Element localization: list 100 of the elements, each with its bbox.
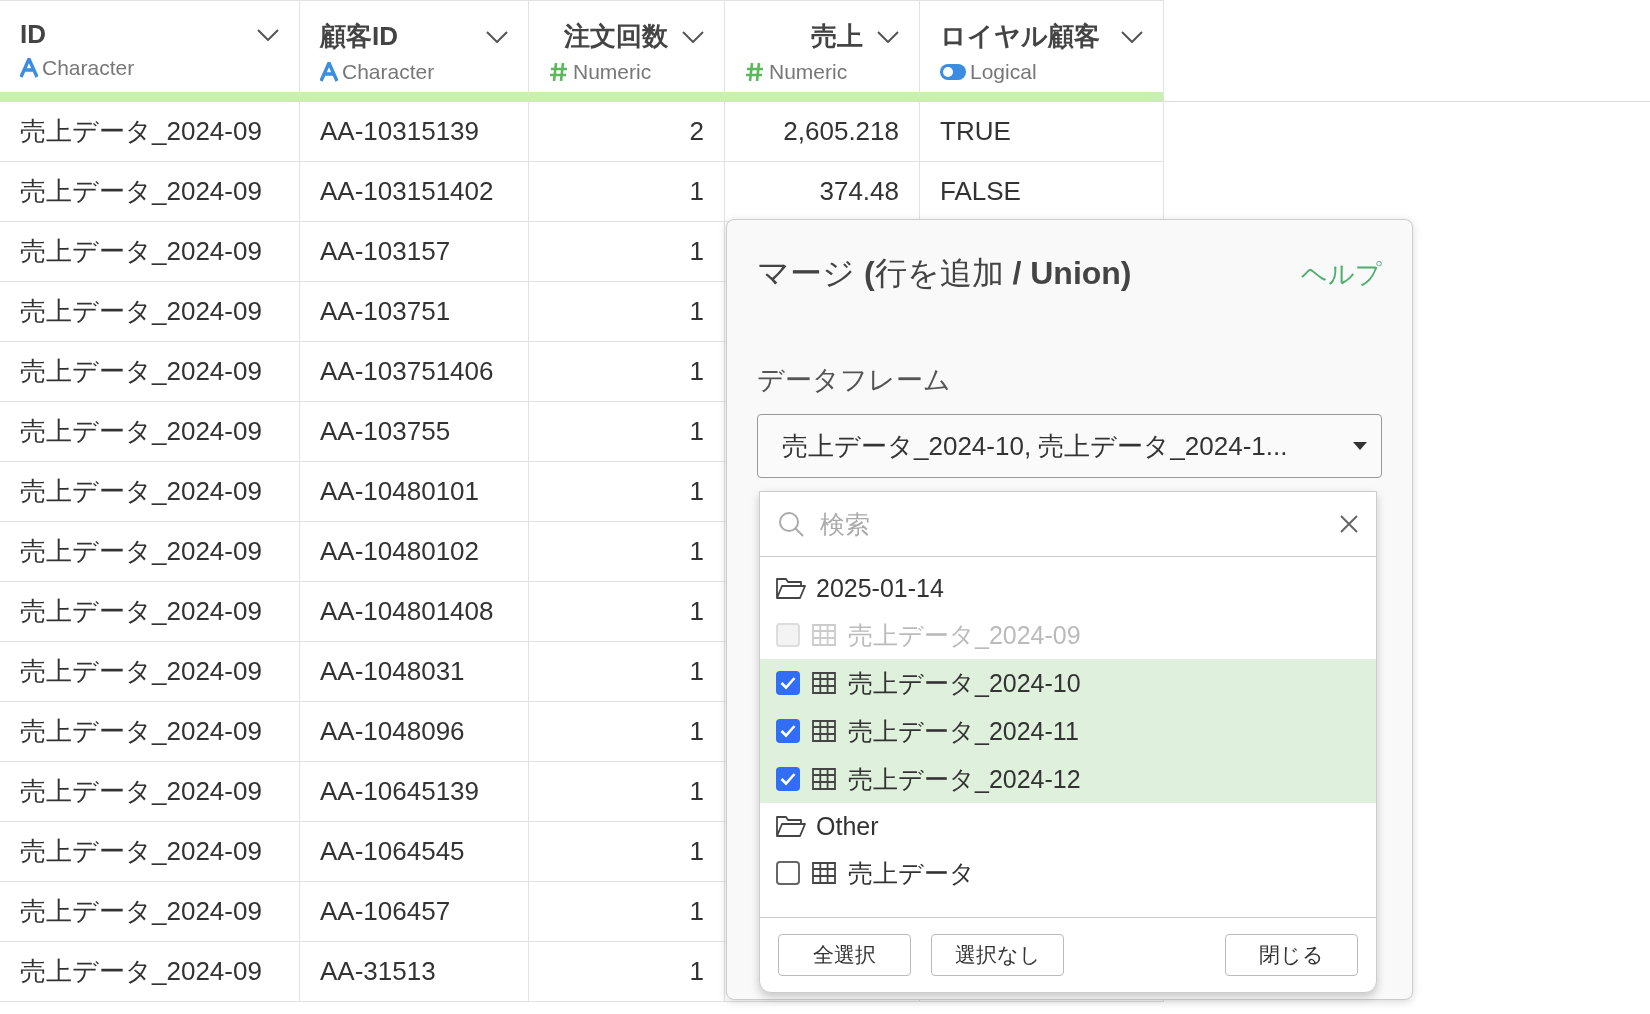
column-type: Numeric (573, 60, 652, 84)
checkbox[interactable] (776, 861, 800, 885)
field-label: データフレーム (757, 364, 952, 397)
table-cell: 1 (529, 462, 725, 522)
search-field[interactable]: 検索 (818, 508, 1326, 540)
checkbox[interactable] (776, 767, 800, 791)
option-label: 売上データ (848, 857, 975, 889)
table-cell: 売上データ_2024-09 (0, 102, 300, 162)
table-cell: 売上データ_2024-09 (0, 642, 300, 702)
table-cell: 売上データ_2024-09 (0, 942, 300, 1002)
table-cell: AA-1048031 (300, 642, 529, 702)
checkbox[interactable] (776, 719, 800, 743)
column-type: Character (42, 56, 135, 80)
table-cell: AA-103751 (300, 282, 529, 342)
table-cell: 1 (529, 402, 725, 462)
column-name: ID (20, 19, 46, 50)
column-header[interactable]: ロイヤル顧客 Logical (920, 0, 1164, 101)
footer-button[interactable]: 選択なし (931, 934, 1064, 976)
option-label: 売上データ_2024-11 (848, 715, 1079, 747)
chevron-down-icon[interactable] (1121, 30, 1143, 43)
check-icon (780, 676, 796, 690)
caret-icon (1353, 442, 1367, 450)
checkbox[interactable] (776, 671, 800, 695)
letter-a-icon (320, 62, 338, 82)
dialog-title: マージ (行を追加 / Union) (757, 254, 1132, 293)
folder-icon (776, 815, 806, 837)
table-cell: AA-10315139 (300, 102, 529, 162)
column-type: Character (342, 60, 435, 84)
table-cell: 1 (529, 822, 725, 882)
footer-button[interactable]: 閉じる (1225, 934, 1358, 976)
column-type: Numeric (769, 60, 848, 84)
footer-button[interactable]: 全選択 (778, 934, 911, 976)
table-cell: TRUE (920, 102, 1164, 162)
chevron-down-icon[interactable] (877, 30, 899, 43)
table-icon (812, 768, 836, 790)
table-cell: AA-1048096 (300, 702, 529, 762)
dataframe-select[interactable]: 売上データ_2024-10, 売上データ_2024-1... (757, 414, 1382, 478)
chevron-down-icon[interactable] (257, 28, 279, 41)
table-icon (812, 624, 836, 646)
table-cell: AA-104801408 (300, 582, 529, 642)
table-cell: 2 (529, 102, 725, 162)
table-cell: 1 (529, 522, 725, 582)
chevron-down-icon[interactable] (486, 30, 508, 43)
table-cell: AA-10480101 (300, 462, 529, 522)
column-name: 売上 (811, 20, 863, 53)
column-type: Logical (970, 60, 1037, 84)
table-cell: 売上データ_2024-09 (0, 882, 300, 942)
column-header[interactable]: ID Character (0, 0, 300, 101)
dataframe-option[interactable]: 売上データ_2024-10 (760, 659, 1376, 707)
table-icon (812, 720, 836, 742)
table-cell: 売上データ_2024-09 (0, 162, 300, 222)
table-cell: AA-10480102 (300, 522, 529, 582)
table-cell: AA-103751406 (300, 342, 529, 402)
table-cell: 1 (529, 582, 725, 642)
table-cell: AA-103157 (300, 222, 529, 282)
table-cell: 売上データ_2024-09 (0, 522, 300, 582)
dataframe-option[interactable]: 売上データ_2024-12 (760, 755, 1376, 803)
table-cell: 売上データ_2024-09 (0, 342, 300, 402)
check-icon (780, 772, 796, 786)
table-cell: AA-106457 (300, 882, 529, 942)
table-cell: 1 (529, 762, 725, 822)
column-header[interactable]: 注文回数 Numeric (529, 0, 725, 101)
close-icon[interactable] (1340, 515, 1358, 533)
folder-icon (776, 577, 806, 599)
folder-label: Other (816, 811, 879, 841)
table-cell: 売上データ_2024-09 (0, 402, 300, 462)
column-name: 顧客ID (320, 20, 398, 53)
table-cell: 売上データ_2024-09 (0, 702, 300, 762)
table-icon (812, 862, 836, 884)
table-cell: AA-103755 (300, 402, 529, 462)
column-name: ロイヤル顧客 (940, 20, 1100, 53)
dataframe-option[interactable]: 売上データ_2024-11 (760, 707, 1376, 755)
chevron-down-icon[interactable] (682, 30, 704, 43)
table-cell: 1 (529, 222, 725, 282)
column-header[interactable]: 売上 Numeric (725, 0, 920, 101)
table-cell: 売上データ_2024-09 (0, 222, 300, 282)
table-cell: 1 (529, 702, 725, 762)
hash-icon (745, 62, 765, 82)
table-cell: 2,605.218 (725, 102, 920, 162)
option-label: 売上データ_2024-09 (848, 619, 1081, 651)
table-cell: 1 (529, 342, 725, 402)
column-header[interactable]: 顧客ID Character (300, 0, 529, 101)
column-name: 注文回数 (564, 20, 668, 53)
option-label: 売上データ_2024-10 (848, 667, 1081, 699)
table-icon (812, 672, 836, 694)
table-cell: AA-1064545 (300, 822, 529, 882)
dataframe-option[interactable]: 売上データ (760, 849, 1376, 897)
search-icon (778, 511, 804, 537)
table-cell: AA-103151402 (300, 162, 529, 222)
toggle-icon (940, 64, 966, 80)
folder-label: 2025-01-14 (816, 573, 944, 603)
check-icon (780, 724, 796, 738)
table-cell: 売上データ_2024-09 (0, 282, 300, 342)
table-cell: AA-10645139 (300, 762, 529, 822)
table-cell: 売上データ_2024-09 (0, 762, 300, 822)
table-cell: 売上データ_2024-09 (0, 582, 300, 642)
table-cell: 1 (529, 882, 725, 942)
table-cell: 1 (529, 162, 725, 222)
table-cell: 1 (529, 642, 725, 702)
table-cell: 1 (529, 282, 725, 342)
